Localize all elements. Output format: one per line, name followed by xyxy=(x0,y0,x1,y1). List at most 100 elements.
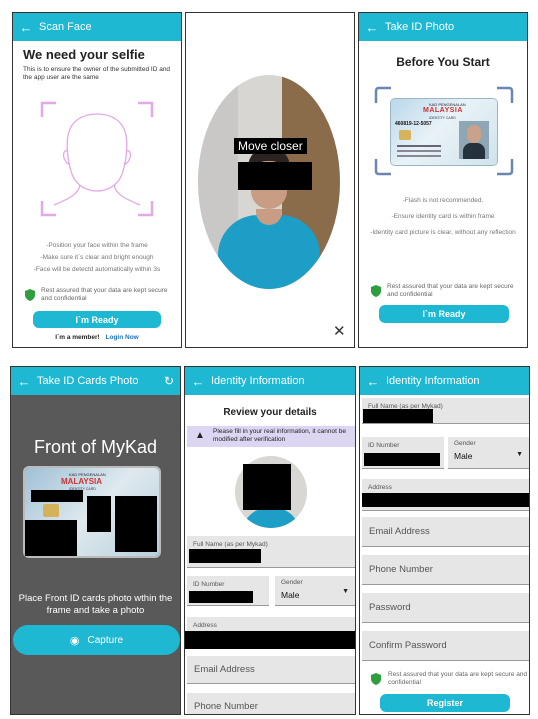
gender-label: Gender xyxy=(454,440,476,447)
address-label: Address xyxy=(368,484,392,491)
email-field[interactable]: Email Address xyxy=(187,656,355,684)
member-row: I`m a member! Login Now xyxy=(13,334,181,341)
scan-face-screen: ← Scan Face We need your selfie This is … xyxy=(12,12,182,348)
card-subtitle: IDENTITY CARD xyxy=(429,116,456,120)
screen-title: Take ID Cards Photo xyxy=(37,375,139,387)
instruction-hint: -Ensure identity card is within frame xyxy=(391,213,495,220)
card-chip xyxy=(399,130,411,140)
face-frame-icon xyxy=(40,101,154,217)
app-bar: ← Scan Face xyxy=(13,13,181,41)
login-now-link[interactable]: Login Now xyxy=(106,334,139,341)
screen-title: Identity Information xyxy=(211,375,305,387)
face-camera-screen: Move closer ✕ xyxy=(185,12,355,348)
screen-title: Take ID Photo xyxy=(385,21,455,33)
instruction-hint: -Identity card picture is clear, without… xyxy=(370,229,516,236)
im-ready-button[interactable]: I`m Ready xyxy=(33,311,161,328)
phone-placeholder: Phone Number xyxy=(194,701,258,712)
page-heading: Before You Start xyxy=(396,55,490,69)
confirm-password-field[interactable]: Confirm Password xyxy=(362,631,529,661)
back-arrow-icon[interactable]: ← xyxy=(13,20,39,35)
password-placeholder: Password xyxy=(369,602,411,613)
confirm-password-placeholder: Confirm Password xyxy=(369,640,447,651)
register-screen: ← Identity Information Full Name (as per… xyxy=(359,366,530,715)
address-label: Address xyxy=(193,622,217,629)
app-bar: ← Take ID Photo xyxy=(359,13,527,41)
redaction-bar xyxy=(243,464,291,510)
warning-banner: ▲ Please fill in your real information, … xyxy=(187,426,355,447)
page-heading: Review your details xyxy=(223,407,317,418)
redaction-bar xyxy=(31,490,83,502)
email-field[interactable]: Email Address xyxy=(362,517,529,547)
screen-title: Identity Information xyxy=(386,375,480,387)
password-field[interactable]: Password xyxy=(362,593,529,623)
gender-value: Male xyxy=(281,590,300,600)
card-number: 460819-12-5057 xyxy=(395,121,432,127)
phone-placeholder: Phone Number xyxy=(369,564,433,575)
security-note: Rest assured that your data are kept sec… xyxy=(41,287,168,302)
redaction-bar xyxy=(363,409,433,423)
email-placeholder: Email Address xyxy=(369,526,430,537)
camera-status: Move closer xyxy=(234,138,307,154)
back-arrow-icon[interactable]: ← xyxy=(360,374,386,389)
shield-check-icon xyxy=(371,673,381,685)
id-number-label: ID Number xyxy=(368,442,400,449)
page-heading: We need your selfie xyxy=(23,47,145,62)
redaction-bar xyxy=(189,591,253,603)
instruction-hint: -Make sure it`s clear and bright enough xyxy=(40,254,154,261)
gender-label: Gender xyxy=(281,579,303,586)
refresh-icon[interactable]: ↻ xyxy=(158,374,180,388)
security-note: Rest assured that your data are kept sec… xyxy=(387,283,514,298)
warning-icon: ▲ xyxy=(195,430,205,441)
redaction-bar xyxy=(25,520,77,556)
capture-instruction: Place Front ID cards photo wthin the fra… xyxy=(18,593,173,616)
instruction-hint: -Flash is not recommended. xyxy=(402,197,484,204)
full-name-label: Full Name (as per Mykad) xyxy=(193,541,268,548)
capture-button[interactable]: ◉ Capture xyxy=(13,625,180,655)
instruction-hint: -Face will be detectd automatically with… xyxy=(33,266,161,273)
instruction-hint: -Position your face within the frame xyxy=(46,242,148,249)
redaction-bar xyxy=(364,453,440,466)
gender-value: Male xyxy=(454,451,473,461)
id-number-label: ID Number xyxy=(193,581,225,588)
dropdown-arrow-icon: ▼ xyxy=(342,588,349,595)
screen-title: Scan Face xyxy=(39,21,92,33)
camera-icon: ◉ xyxy=(69,634,80,647)
redaction-bar xyxy=(189,549,261,563)
gender-select[interactable]: Gender Male ▼ xyxy=(448,437,529,469)
shield-check-icon xyxy=(371,285,381,297)
page-heading: Front of MyKad xyxy=(33,437,158,457)
close-icon[interactable]: ✕ xyxy=(333,324,346,339)
warning-text: Please fill in your real information, it… xyxy=(213,428,346,443)
back-arrow-icon[interactable]: ← xyxy=(11,374,37,389)
redaction-bar xyxy=(115,496,157,552)
phone-field[interactable]: Phone Number xyxy=(187,693,355,714)
dropdown-arrow-icon: ▼ xyxy=(516,451,523,458)
card-country: MALAYSIA xyxy=(61,477,103,486)
redaction-bar xyxy=(362,493,529,507)
im-ready-button[interactable]: I`m Ready xyxy=(379,305,509,323)
back-arrow-icon[interactable]: ← xyxy=(359,20,385,35)
page-subtitle: This is to ensure the owner of the submi… xyxy=(23,66,171,81)
id-card-sample: KAD PENGENALAN MALAYSIA IDENTITY CARD 46… xyxy=(391,99,497,165)
app-bar: ← Identity Information xyxy=(360,367,529,395)
phone-field[interactable]: Phone Number xyxy=(362,555,529,585)
capture-mykad-screen: ← Take ID Cards Photo ↻ Front of MyKad K… xyxy=(10,366,181,715)
card-country: MALAYSIA xyxy=(423,107,463,114)
member-label: I`m a member! xyxy=(55,334,100,341)
security-note: Rest assured that your data are kept sec… xyxy=(388,671,528,686)
register-button[interactable]: Register xyxy=(380,694,510,712)
take-id-photo-screen: ← Take ID Photo Before You Start KAD PEN… xyxy=(358,12,528,348)
shield-check-icon xyxy=(25,289,35,301)
person-shirt xyxy=(218,215,320,289)
card-text-lines xyxy=(397,145,441,147)
gender-select[interactable]: Gender Male ▼ xyxy=(275,576,355,606)
redaction-bar xyxy=(238,162,312,190)
card-chip xyxy=(43,504,59,517)
app-bar: ← Take ID Cards Photo ↻ xyxy=(11,367,180,395)
card-photo xyxy=(459,121,489,159)
email-placeholder: Email Address xyxy=(194,664,255,675)
redaction-bar xyxy=(87,496,111,532)
review-details-screen: ← Identity Information Review your detai… xyxy=(184,366,356,715)
back-arrow-icon[interactable]: ← xyxy=(185,374,211,389)
app-bar: ← Identity Information xyxy=(185,367,355,395)
